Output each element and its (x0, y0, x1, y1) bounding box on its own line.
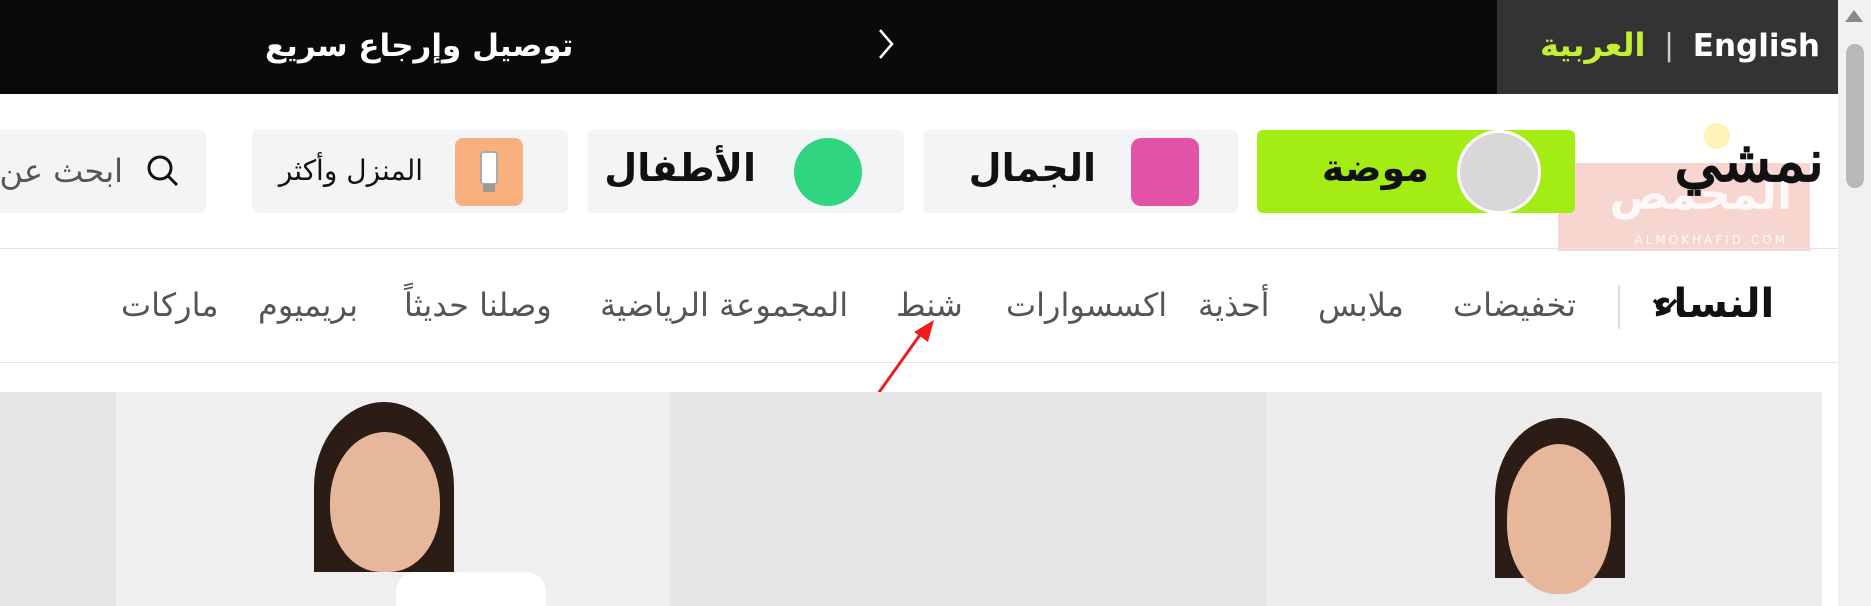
product-image[interactable] (670, 392, 1267, 606)
nav-item-accessories[interactable]: اكسسوارات (1006, 286, 1167, 324)
kids-thumbnail-icon (794, 138, 862, 206)
nav-item-brands[interactable]: ماركات (121, 286, 218, 324)
language-arabic-link[interactable]: العربية (1540, 26, 1645, 64)
product-image[interactable] (1267, 392, 1822, 606)
model-top (396, 572, 546, 606)
nav-item-premium[interactable]: بريميوم (258, 286, 358, 324)
beauty-thumbnail-icon (1131, 138, 1199, 206)
product-image[interactable] (0, 392, 116, 606)
scrollbar-thumb[interactable] (1846, 44, 1864, 188)
nav-separator (1618, 285, 1620, 329)
nav-item-clothing[interactable]: ملابس (1318, 286, 1404, 324)
category-label: الأطفال (604, 146, 756, 190)
home-thumbnail-icon (455, 138, 523, 206)
lamp-icon (480, 151, 498, 192)
category-kids[interactable]: الأطفال (587, 130, 904, 213)
category-beauty[interactable]: الجمال (923, 130, 1238, 213)
search-input[interactable]: ابحث عن (0, 130, 206, 213)
search-placeholder: ابحث عن (0, 152, 123, 190)
chevron-right-icon[interactable] (872, 24, 900, 64)
category-label: الجمال (968, 146, 1096, 190)
header-divider (0, 248, 1838, 249)
category-label: المنزل وأكثر (278, 154, 423, 187)
model-face (1507, 444, 1611, 594)
fashion-thumbnail-icon (1457, 130, 1541, 214)
category-label: موضة (1321, 146, 1429, 190)
site-logo[interactable]: نمشي (1614, 123, 1824, 207)
nav-item-shoes[interactable]: أحذية (1198, 286, 1270, 324)
product-image[interactable] (116, 392, 670, 606)
language-english-link[interactable]: English (1693, 28, 1820, 64)
product-carousel (0, 392, 1822, 606)
watermark-english: ALMOKHAFID.COM (1634, 233, 1788, 247)
category-fashion[interactable]: موضة (1257, 130, 1575, 214)
nav-item-sale[interactable]: تخفيضات (1453, 286, 1576, 324)
chevron-down-icon (1652, 298, 1678, 314)
page: توصيل وإرجاع سريع العربية | English المح… (0, 0, 1871, 606)
announcement-bar: توصيل وإرجاع سريع العربية | English (0, 0, 1838, 94)
search-icon (147, 155, 179, 187)
model-face (330, 432, 440, 572)
announcement-text: توصيل وإرجاع سريع (265, 28, 574, 64)
department-dropdown[interactable]: النساء (1652, 281, 1774, 327)
language-switcher: العربية | English (1497, 0, 1838, 94)
scrollbar[interactable] (1838, 0, 1871, 606)
scroll-up-icon[interactable] (1845, 10, 1863, 22)
category-home[interactable]: المنزل وأكثر (252, 130, 568, 213)
logo-text: نمشي (1674, 127, 1824, 195)
language-separator: | (1664, 28, 1675, 63)
nav-item-new-arrivals[interactable]: وصلنا حديثاً (404, 286, 552, 324)
